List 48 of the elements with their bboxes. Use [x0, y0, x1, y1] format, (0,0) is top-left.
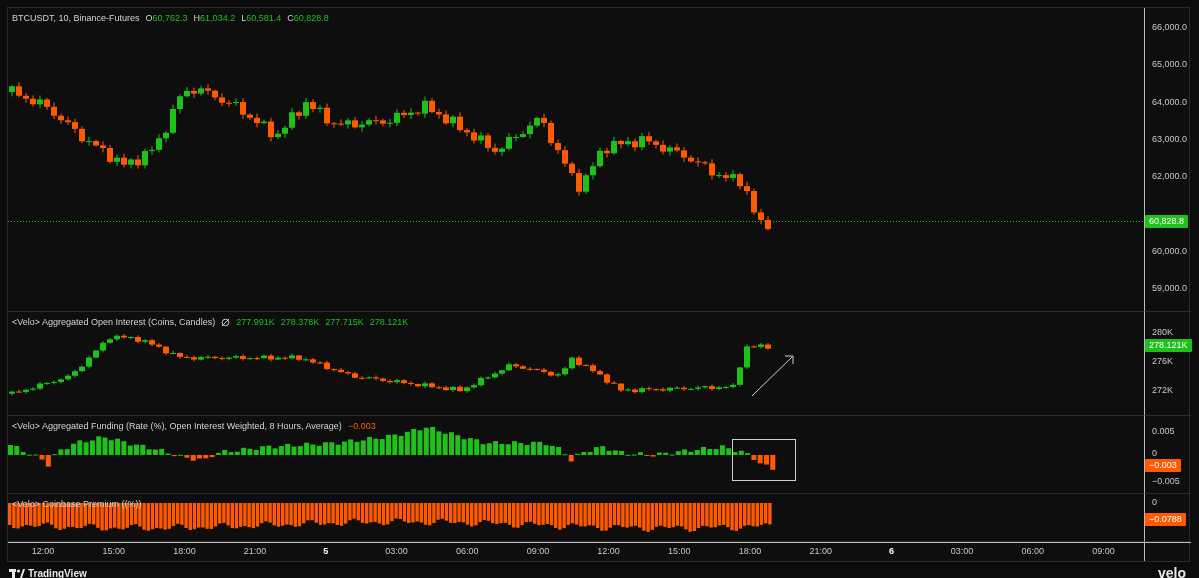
ohlc-value: H61,034.2	[193, 13, 236, 23]
axis-label: 276K	[1152, 355, 1174, 368]
last-value-badge: −0.003	[1145, 459, 1181, 472]
axis-label: 280K	[1152, 326, 1174, 339]
time-label: 21:00	[808, 546, 833, 556]
time-label: 06:00	[1020, 546, 1046, 556]
time-label: 06:00	[454, 546, 480, 556]
axis-label: 65,000.0	[1152, 58, 1188, 72]
axis-label: 66,000.0	[1152, 21, 1188, 34]
symbol-title: BTCUSDT, 10, Binance-Futures	[12, 13, 140, 23]
time-label: 12:00	[596, 546, 621, 556]
axis-label: 59,000.0	[1152, 282, 1188, 296]
last-value-badge: 60,828.8	[1145, 215, 1189, 228]
indicator-title: <Velo> Aggregated Open Interest (Coins, Candles)	[12, 317, 216, 327]
axis-label: 60,000.0	[1152, 244, 1188, 258]
last-value-badge: −0.0788	[1145, 513, 1186, 526]
indicator-value: −0.003	[347, 421, 376, 431]
axis-label: 272K	[1152, 384, 1174, 397]
time-label: 15:00	[101, 546, 126, 556]
time-label: 18:00	[172, 546, 197, 556]
axis-label: 0	[1152, 496, 1157, 509]
indicator-value: 277.715K	[325, 317, 364, 327]
axis-label: −0.005	[1152, 475, 1180, 488]
indicator-value: 278.121K	[369, 317, 409, 327]
time-label: 5	[322, 546, 330, 556]
last-value-badge: 278.121K	[1145, 339, 1192, 352]
ohlc-value: C60,828.8	[287, 13, 329, 23]
brand-name: TradingView	[28, 567, 87, 578]
time-label: 03:00	[949, 546, 975, 556]
time-label: 15:00	[667, 546, 692, 556]
axis-label: 64,000.0	[1152, 95, 1188, 109]
ohlc-value: O60,762.3	[145, 13, 188, 23]
indicator-value: 278.378K	[280, 317, 320, 327]
axis-label: 0.005	[1152, 425, 1175, 438]
time-label: 21:00	[242, 546, 268, 556]
time-label: 18:00	[737, 546, 763, 556]
time-label: 09:00	[525, 546, 551, 556]
indicator-value: 277.991K	[236, 317, 275, 327]
ohlc-value: L60,581.4	[241, 13, 282, 23]
brand-mark: velo	[1158, 565, 1186, 578]
time-label: 09:00	[1091, 546, 1116, 556]
axis-label: 62,000.0	[1152, 170, 1188, 184]
indicator-title: <Velo> Aggregated Funding (Rate (%), Open Interest Weighted, 8 Hours, Average)	[12, 421, 342, 431]
time-label: 12:00	[30, 546, 56, 556]
axis-label: 0	[1152, 447, 1157, 460]
time-label: 6	[887, 546, 895, 556]
axis-label: 63,000.0	[1152, 132, 1188, 146]
time-label: 03:00	[384, 546, 409, 556]
